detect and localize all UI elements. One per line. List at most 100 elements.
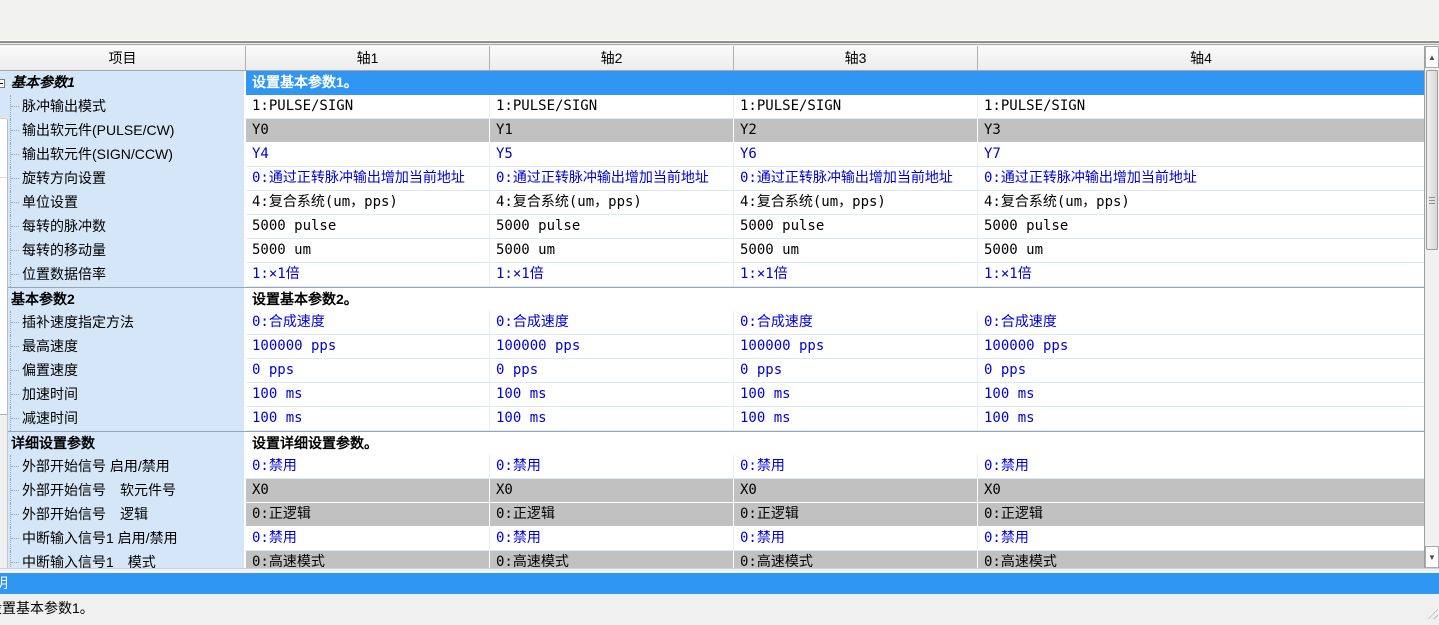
param-value-cell-axis1[interactable]: Y0 bbox=[246, 119, 490, 143]
param-value-cell-axis3[interactable]: Y6 bbox=[734, 143, 978, 167]
param-value-cell-axis4[interactable]: 4:复合系统(um，pps) bbox=[978, 191, 1425, 215]
param-value-cell-axis2[interactable]: 100 ms bbox=[490, 383, 734, 407]
param-value-cell-axis2[interactable]: 5000 pulse bbox=[490, 215, 734, 239]
tree-item-label[interactable]: 单位设置 bbox=[0, 191, 246, 215]
param-value-cell-axis4[interactable]: 1:PULSE/SIGN bbox=[978, 95, 1425, 119]
param-value-cell-axis3[interactable]: 0:合成速度 bbox=[734, 311, 978, 335]
param-value-cell-axis1[interactable]: 0:高速模式 bbox=[246, 551, 490, 568]
param-value-cell-axis2[interactable]: 5000 um bbox=[490, 239, 734, 263]
scroll-up-button[interactable]: ▲ bbox=[1425, 46, 1439, 68]
param-value-cell-axis4[interactable]: X0 bbox=[978, 479, 1425, 503]
tree-item-label[interactable]: 旋转方向设置 bbox=[0, 167, 246, 191]
param-value-cell-axis3[interactable]: 100 ms bbox=[734, 407, 978, 431]
param-value-cell-axis4[interactable]: 0:正逻辑 bbox=[978, 503, 1425, 527]
param-value-cell-axis3[interactable]: Y2 bbox=[734, 119, 978, 143]
param-value-cell-axis2[interactable]: 0:高速模式 bbox=[490, 551, 734, 568]
param-value-cell-axis4[interactable]: 5000 pulse bbox=[978, 215, 1425, 239]
param-value-cell-axis2[interactable]: 0:合成速度 bbox=[490, 311, 734, 335]
scroll-down-button[interactable]: ▼ bbox=[1425, 546, 1439, 568]
group-description-cell[interactable]: 设置基本参数1。 bbox=[246, 71, 1425, 95]
param-value-cell-axis4[interactable]: 100 ms bbox=[978, 383, 1425, 407]
param-value-cell-axis1[interactable]: 0:禁用 bbox=[246, 455, 490, 479]
param-value-cell-axis3[interactable]: 0:禁用 bbox=[734, 527, 978, 551]
param-value-cell-axis3[interactable]: 4:复合系统(um，pps) bbox=[734, 191, 978, 215]
param-value-cell-axis1[interactable]: 4:复合系统(um，pps) bbox=[246, 191, 490, 215]
param-value-cell-axis1[interactable]: 5000 pulse bbox=[246, 215, 490, 239]
param-value-cell-axis4[interactable]: Y7 bbox=[978, 143, 1425, 167]
param-value-cell-axis1[interactable]: 0:正逻辑 bbox=[246, 503, 490, 527]
param-value-cell-axis1[interactable]: X0 bbox=[246, 479, 490, 503]
param-value-cell-axis1[interactable]: 1:PULSE/SIGN bbox=[246, 95, 490, 119]
tree-item-label[interactable]: 最高速度 bbox=[0, 335, 246, 359]
tree-item-label[interactable]: 中断输入信号1 启用/禁用 bbox=[0, 527, 246, 551]
param-value-cell-axis4[interactable]: 0:禁用 bbox=[978, 527, 1425, 551]
param-value-cell-axis3[interactable]: 0:正逻辑 bbox=[734, 503, 978, 527]
param-value-cell-axis4[interactable]: 1:×1倍 bbox=[978, 263, 1425, 287]
param-value-cell-axis2[interactable]: Y1 bbox=[490, 119, 734, 143]
tree-collapse-icon[interactable] bbox=[0, 79, 5, 88]
tree-item-label[interactable]: 外部开始信号 启用/禁用 bbox=[0, 455, 246, 479]
param-value-cell-axis3[interactable]: 1:PULSE/SIGN bbox=[734, 95, 978, 119]
tree-item-label[interactable]: 插补速度指定方法 bbox=[0, 311, 246, 335]
param-value-cell-axis2[interactable]: 100 ms bbox=[490, 407, 734, 431]
param-value-cell-axis3[interactable]: 0:高速模式 bbox=[734, 551, 978, 568]
tree-item-label[interactable]: 输出软元件(SIGN/CCW) bbox=[0, 143, 246, 167]
param-value-cell-axis1[interactable]: 0 pps bbox=[246, 359, 490, 383]
param-value-cell-axis2[interactable]: Y5 bbox=[490, 143, 734, 167]
param-value-cell-axis1[interactable]: 0:通过正转脉冲输出增加当前地址 bbox=[246, 167, 490, 191]
tree-item-label[interactable]: 输出软元件(PULSE/CW) bbox=[0, 119, 246, 143]
param-value-cell-axis4[interactable]: 0:禁用 bbox=[978, 455, 1425, 479]
tree-item-label[interactable]: 偏置速度 bbox=[0, 359, 246, 383]
param-value-cell-axis1[interactable]: 100 ms bbox=[246, 383, 490, 407]
tree-group-label[interactable]: 基本参数1 bbox=[0, 71, 246, 95]
vertical-scrollbar[interactable]: ▲ ▼ bbox=[1425, 46, 1439, 568]
tree-group-label[interactable]: 详细设置参数 bbox=[0, 432, 246, 455]
tree-item-label[interactable]: 加速时间 bbox=[0, 383, 246, 407]
param-value-cell-axis3[interactable]: 1:×1倍 bbox=[734, 263, 978, 287]
param-value-cell-axis1[interactable]: 0:合成速度 bbox=[246, 311, 490, 335]
param-value-cell-axis4[interactable]: Y3 bbox=[978, 119, 1425, 143]
param-value-cell-axis3[interactable]: 0:通过正转脉冲输出增加当前地址 bbox=[734, 167, 978, 191]
param-value-cell-axis4[interactable]: 0 pps bbox=[978, 359, 1425, 383]
param-value-cell-axis3[interactable]: 0 pps bbox=[734, 359, 978, 383]
param-value-cell-axis4[interactable]: 100 ms bbox=[978, 407, 1425, 431]
group-description-cell[interactable]: 设置基本参数2。 bbox=[246, 288, 1425, 311]
tree-item-label[interactable]: 位置数据倍率 bbox=[0, 263, 246, 287]
param-value-cell-axis3[interactable]: 0:禁用 bbox=[734, 455, 978, 479]
param-value-cell-axis3[interactable]: X0 bbox=[734, 479, 978, 503]
tree-item-label[interactable]: 脉冲输出模式 bbox=[0, 95, 246, 119]
param-value-cell-axis2[interactable]: 4:复合系统(um，pps) bbox=[490, 191, 734, 215]
param-value-cell-axis2[interactable]: 0:通过正转脉冲输出增加当前地址 bbox=[490, 167, 734, 191]
description-panel-titlebar[interactable]: 说明 bbox=[0, 573, 1439, 594]
param-value-cell-axis2[interactable]: 0:禁用 bbox=[490, 527, 734, 551]
tree-item-label[interactable]: 每转的脉冲数 bbox=[0, 215, 246, 239]
param-value-cell-axis3[interactable]: 100000 pps bbox=[734, 335, 978, 359]
tree-item-label[interactable]: 外部开始信号 逻辑 bbox=[0, 503, 246, 527]
tree-item-label[interactable]: 每转的移动量 bbox=[0, 239, 246, 263]
param-value-cell-axis1[interactable]: 0:禁用 bbox=[246, 527, 490, 551]
param-value-cell-axis1[interactable]: 100000 pps bbox=[246, 335, 490, 359]
param-value-cell-axis3[interactable]: 100 ms bbox=[734, 383, 978, 407]
param-value-cell-axis3[interactable]: 5000 pulse bbox=[734, 215, 978, 239]
param-value-cell-axis1[interactable]: Y4 bbox=[246, 143, 490, 167]
param-value-cell-axis3[interactable]: 5000 um bbox=[734, 239, 978, 263]
param-value-cell-axis2[interactable]: 100000 pps bbox=[490, 335, 734, 359]
param-value-cell-axis2[interactable]: X0 bbox=[490, 479, 734, 503]
param-value-cell-axis4[interactable]: 0:高速模式 bbox=[978, 551, 1425, 568]
tree-group-label[interactable]: 基本参数2 bbox=[0, 288, 246, 311]
param-value-cell-axis2[interactable]: 0:禁用 bbox=[490, 455, 734, 479]
param-value-cell-axis1[interactable]: 5000 um bbox=[246, 239, 490, 263]
tree-item-label[interactable]: 减速时间 bbox=[0, 407, 246, 431]
param-value-cell-axis4[interactable]: 5000 um bbox=[978, 239, 1425, 263]
param-value-cell-axis2[interactable]: 0 pps bbox=[490, 359, 734, 383]
param-value-cell-axis2[interactable]: 1:×1倍 bbox=[490, 263, 734, 287]
param-value-cell-axis2[interactable]: 1:PULSE/SIGN bbox=[490, 95, 734, 119]
param-value-cell-axis2[interactable]: 0:正逻辑 bbox=[490, 503, 734, 527]
group-description-cell[interactable]: 设置详细设置参数。 bbox=[246, 432, 1425, 455]
param-value-cell-axis4[interactable]: 0:通过正转脉冲输出增加当前地址 bbox=[978, 167, 1425, 191]
param-value-cell-axis4[interactable]: 100000 pps bbox=[978, 335, 1425, 359]
param-value-cell-axis4[interactable]: 0:合成速度 bbox=[978, 311, 1425, 335]
param-value-cell-axis1[interactable]: 100 ms bbox=[246, 407, 490, 431]
tree-item-label[interactable]: 中断输入信号1 模式 bbox=[0, 551, 246, 568]
tree-item-label[interactable]: 外部开始信号 软元件号 bbox=[0, 479, 246, 503]
